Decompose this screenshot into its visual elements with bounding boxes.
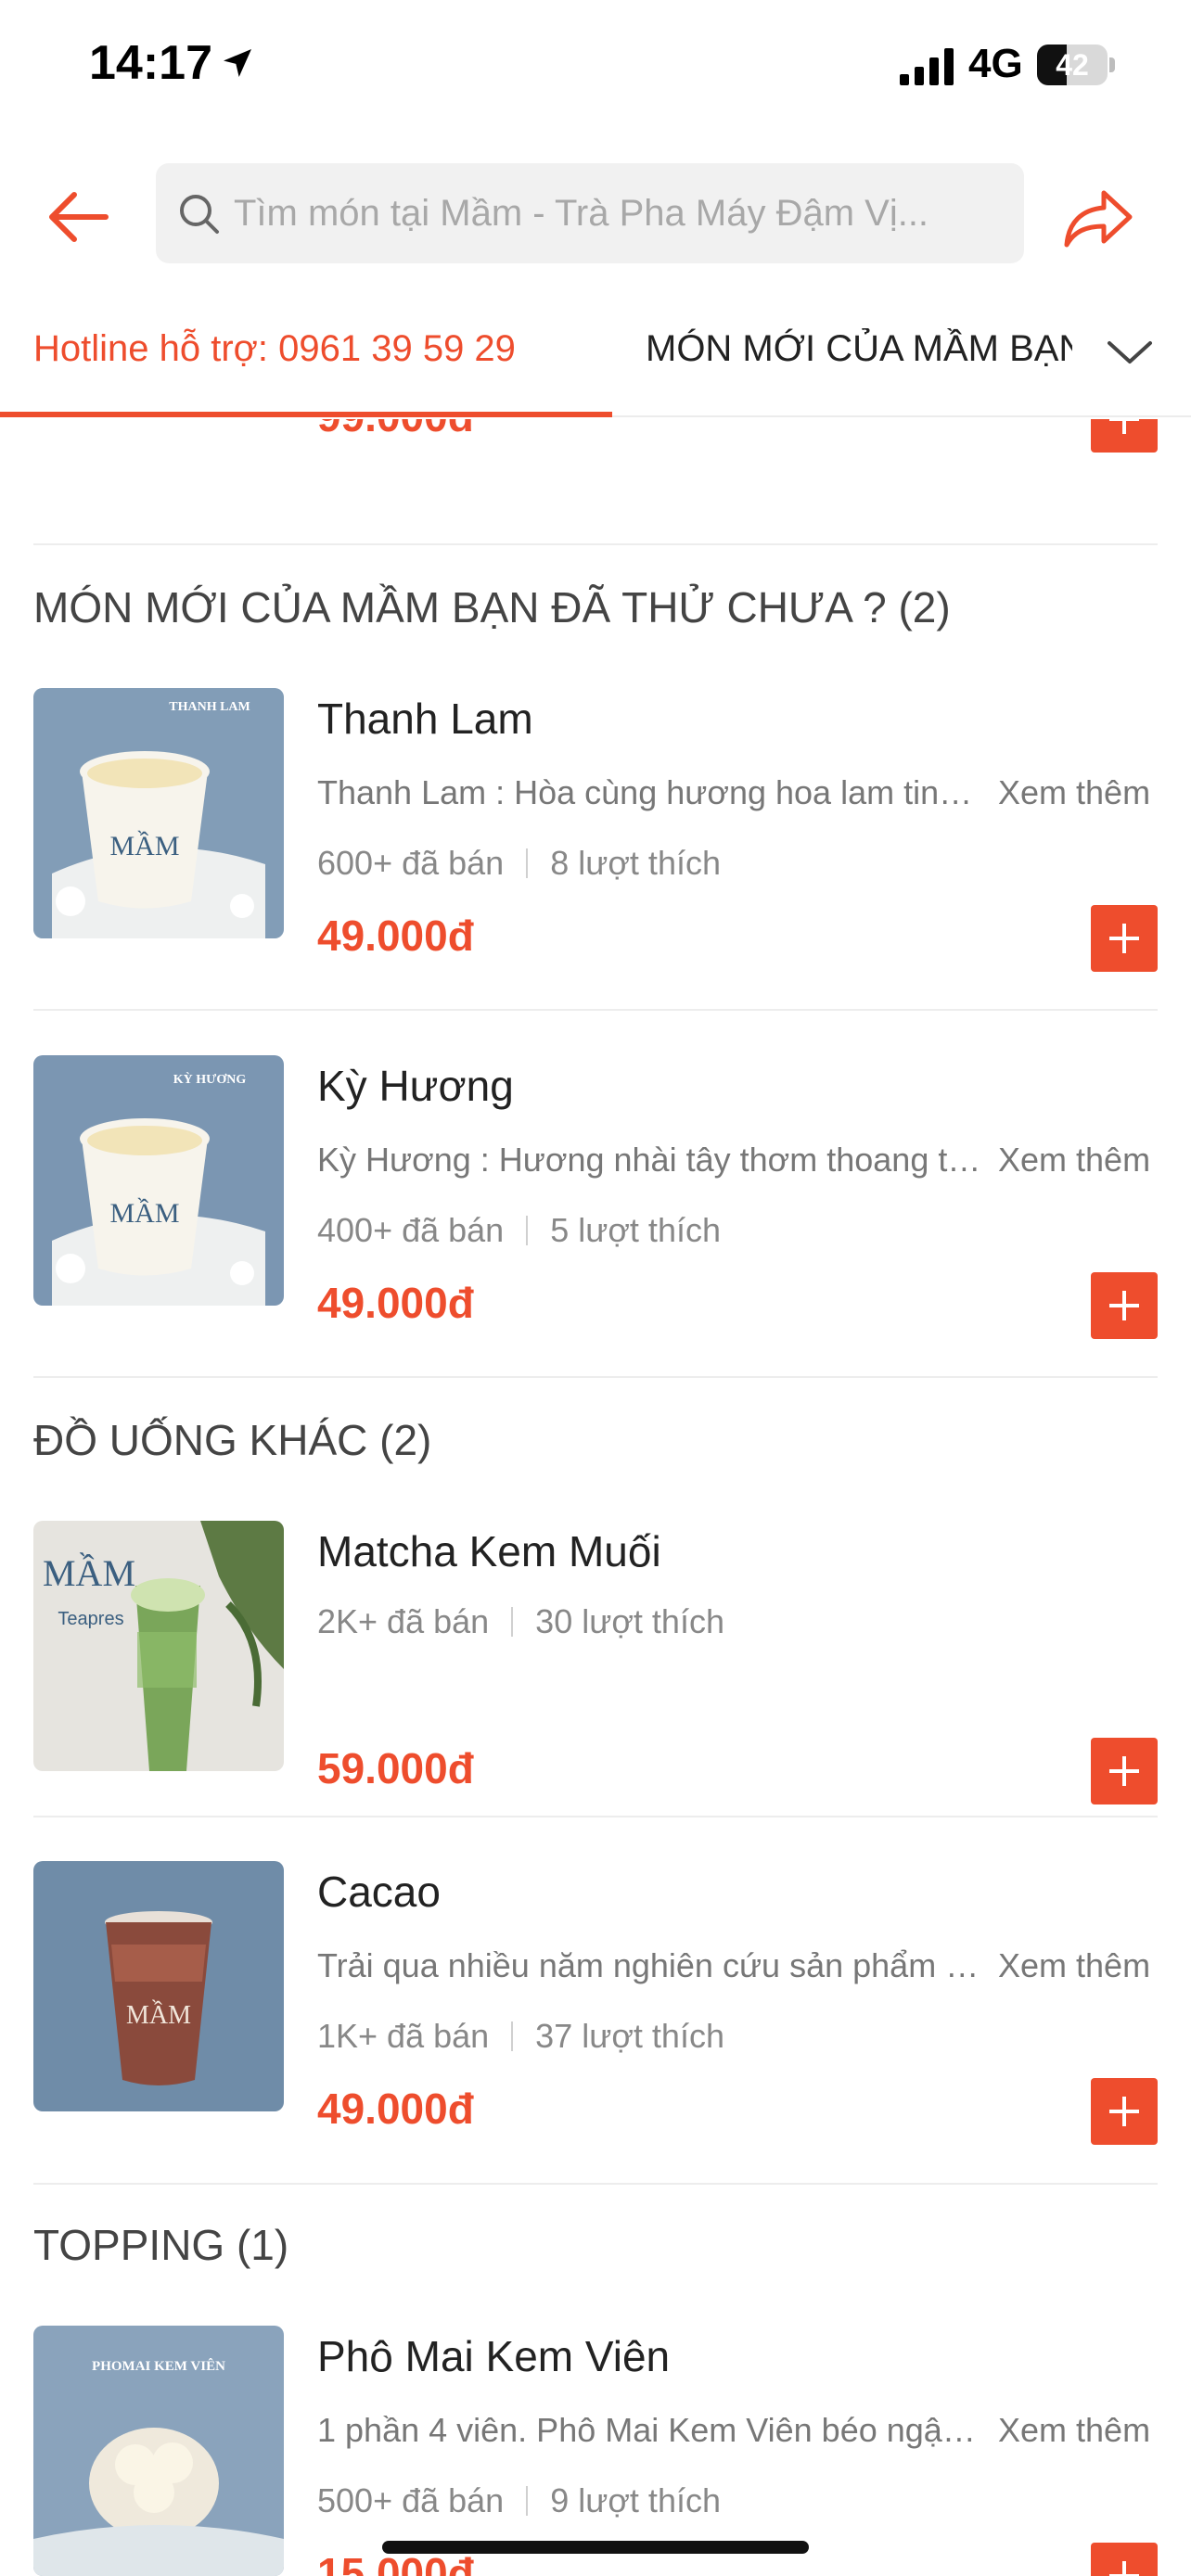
svg-text:MẦM: MẦM [126,2000,191,2030]
section-title: MÓN MỚI CỦA MẦM BẠN ĐÃ THỬ CHƯA ? (2) [33,583,951,631]
divider [33,2183,1158,2185]
tab-hotline[interactable]: Hotline hỗ trợ: 0961 39 59 29 [33,328,516,370]
divider [33,543,1158,545]
menu-list: 99.000đ MÓN MỚI CỦA MẦM BẠN ĐÃ THỬ CHƯA … [0,419,1191,2576]
item-description: 1 phần 4 viên. Phô Mai Kem Viên béo ngậy… [317,2411,981,2449]
divider [33,1009,1158,1011]
share-icon[interactable] [1059,180,1137,258]
see-more-link[interactable]: Xem thêm [998,773,1150,812]
item-stats: 500+ đã bán 9 lượt thích [317,2481,721,2520]
item-sold: 600+ đã bán [317,844,505,882]
category-tabs: Hotline hỗ trợ: 0961 39 59 29 MÓN MỚI CỦ… [0,297,1191,417]
item-price: 49.000đ [317,1279,474,1327]
svg-text:PHOMAI KEM VIÊN: PHOMAI KEM VIÊN [92,2358,225,2374]
item-stats: 2K+ đã bán 30 lượt thích [317,1602,724,1641]
section-title: TOPPING (1) [33,2221,289,2269]
status-time: 14:17 [89,36,212,90]
tab-new-items[interactable]: MÓN MỚI CỦA MẦM BẠN ĐÃ THỬ CHƯA ? [646,328,1072,370]
network-type: 4G [968,41,1023,86]
item-likes: 5 lượt thích [550,1211,721,1249]
item-name: Kỳ Hương [317,1062,514,1110]
item-name: Cacao [317,1868,441,1916]
svg-text:THANH LAM: THANH LAM [169,700,250,714]
see-more-link[interactable]: Xem thêm [998,2411,1150,2450]
see-more-link[interactable]: Xem thêm [998,1141,1150,1180]
list-item[interactable]: MẦM Cacao Trải qua nhiều năm nghiên cứu … [0,1861,1191,2228]
item-name: Thanh Lam [317,695,533,743]
add-to-cart-button[interactable] [1091,419,1158,453]
search-icon [180,195,219,234]
home-indicator [382,2541,809,2554]
item-thumbnail: PHOMAI KEM VIÊN [33,2326,284,2576]
item-sold: 2K+ đã bán [317,1602,490,1640]
back-arrow-icon[interactable] [41,180,115,254]
item-sold: 1K+ đã bán [317,2017,490,2055]
add-to-cart-button[interactable] [1091,1272,1158,1339]
cellular-signal-icon [900,48,954,85]
item-price: 49.000đ [317,912,474,960]
add-to-cart-button[interactable] [1091,1738,1158,1804]
item-likes: 8 lượt thích [550,844,721,882]
location-arrow-icon [224,49,251,77]
item-name: Matcha Kem Muối [317,1527,661,1575]
item-name: Phô Mai Kem Viên [317,2332,671,2380]
list-item[interactable]: MẦM KỲ HƯƠNG Kỳ Hương Kỳ Hương : Hương n… [0,1055,1191,1422]
battery-level: 42 [1056,48,1089,82]
see-more-link[interactable]: Xem thêm [998,1946,1150,1985]
item-stats: 600+ đã bán 8 lượt thích [317,844,721,883]
divider [33,1816,1158,1817]
item-price: 49.000đ [317,2085,474,2133]
list-item[interactable]: MẦM Teapres Matcha Kem Muối 2K+ đã bán 30… [0,1521,1191,1888]
item-description: Thanh Lam : Hòa cùng hương hoa lam tinh … [317,773,981,811]
list-item[interactable]: PHOMAI KEM VIÊN Phô Mai Kem Viên 1 phần … [0,2326,1191,2576]
search-input[interactable] [234,163,1013,263]
svg-text:MẦM: MẦM [109,830,179,861]
svg-text:KỲ HƯƠNG: KỲ HƯƠNG [173,1071,247,1087]
add-to-cart-button[interactable] [1091,2078,1158,2145]
item-stats: 1K+ đã bán 37 lượt thích [317,2017,724,2056]
item-thumbnail: MẦM THANH LAM [33,688,284,938]
add-to-cart-button[interactable] [1091,2543,1158,2576]
item-price: 59.000đ [317,1744,474,1792]
item-price: 99.000đ [317,419,474,441]
divider [33,1376,1158,1378]
svg-text:MẦM: MẦM [43,1552,135,1594]
item-likes: 9 lượt thích [550,2481,721,2519]
search-bar[interactable] [156,163,1024,263]
status-bar: 14:17 4G 42 [0,0,1191,139]
item-likes: 30 lượt thích [535,1602,724,1640]
section-title: ĐỒ UỐNG KHÁC (2) [33,1416,432,1464]
svg-text:MẦM: MẦM [109,1197,179,1229]
battery-icon: 42 [1037,45,1115,85]
item-sold: 400+ đã bán [317,1211,505,1249]
add-to-cart-button[interactable] [1091,905,1158,972]
list-item[interactable]: MẦM THANH LAM Thanh Lam Thanh Lam : Hòa … [0,688,1191,1055]
item-thumbnail: MẦM KỲ HƯƠNG [33,1055,284,1306]
item-stats: 400+ đã bán 5 lượt thích [317,1211,721,1250]
item-description: Trải qua nhiều năm nghiên cứu sản phẩm c… [317,1946,981,1984]
item-description: Kỳ Hương : Hương nhài tây thơm thoang th… [317,1141,981,1179]
active-tab-indicator [0,412,612,417]
chevron-down-icon[interactable] [1104,334,1156,371]
item-thumbnail: MẦM [33,1861,284,2111]
list-item[interactable]: 99.000đ [0,419,1191,536]
item-sold: 500+ đã bán [317,2481,505,2519]
item-likes: 37 lượt thích [535,2017,724,2055]
header [0,139,1191,287]
item-thumbnail: MẦM Teapres [33,1521,284,1771]
svg-text:Teapres: Teapres [58,1609,123,1629]
